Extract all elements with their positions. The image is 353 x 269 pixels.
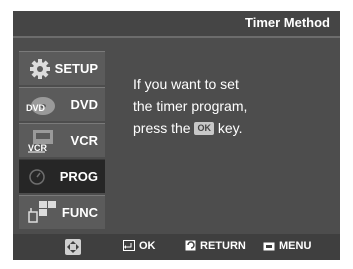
- message-line: press the OK key.: [133, 117, 247, 139]
- header-bar: Timer Method: [13, 11, 340, 36]
- sidebar-item-dvd[interactable]: DVD DVD: [19, 87, 105, 121]
- message-text: press the: [133, 120, 191, 136]
- menu-icon: [263, 242, 275, 251]
- sidebar-item-label: VCR: [70, 133, 98, 148]
- menu-label: MENU: [279, 240, 312, 252]
- header-divider: [13, 36, 340, 38]
- clock-icon: [25, 164, 57, 190]
- footer-bar: OK RETURN MENU: [13, 234, 340, 260]
- message-text: key.: [217, 120, 243, 136]
- sidebar-menu: SETUP DVD DVD VCR VCR PROG FUNC: [19, 51, 105, 231]
- menu-hint: MENU: [263, 239, 311, 253]
- page-title: Timer Method: [245, 15, 330, 30]
- gear-icon: [25, 56, 57, 82]
- return-hint: RETURN: [185, 239, 246, 253]
- return-icon: [185, 240, 196, 251]
- ok-label: OK: [139, 240, 156, 252]
- directional-pad-icon: [64, 238, 86, 258]
- sidebar-item-setup[interactable]: SETUP: [19, 51, 105, 85]
- sidebar-item-vcr[interactable]: VCR VCR: [19, 123, 105, 157]
- sidebar-item-prog[interactable]: PROG: [19, 159, 105, 193]
- ok-hint: OK: [123, 239, 156, 253]
- return-label: RETURN: [200, 240, 246, 252]
- enter-icon: [123, 240, 135, 251]
- sidebar-item-label: PROG: [59, 169, 98, 184]
- sidebar-item-func[interactable]: FUNC: [19, 195, 105, 229]
- sidebar-item-label: DVD: [70, 97, 98, 112]
- tv-menu-screen: Timer Method SETUP DVD DVD VCR VCR PROG …: [13, 11, 340, 260]
- ok-key-badge: OK: [194, 122, 214, 135]
- sidebar-item-label: SETUP: [54, 61, 98, 76]
- message-line: the timer program,: [133, 98, 248, 114]
- dvd-icon: DVD: [25, 92, 57, 118]
- vcr-icon: VCR: [25, 128, 57, 154]
- message-line: If you want to set: [133, 76, 239, 92]
- dvd-icon-text: DVD: [26, 103, 46, 113]
- message-panel: If you want to set the timer program, pr…: [133, 73, 247, 139]
- function-icon: [25, 200, 57, 226]
- sidebar-item-label: FUNC: [61, 205, 98, 220]
